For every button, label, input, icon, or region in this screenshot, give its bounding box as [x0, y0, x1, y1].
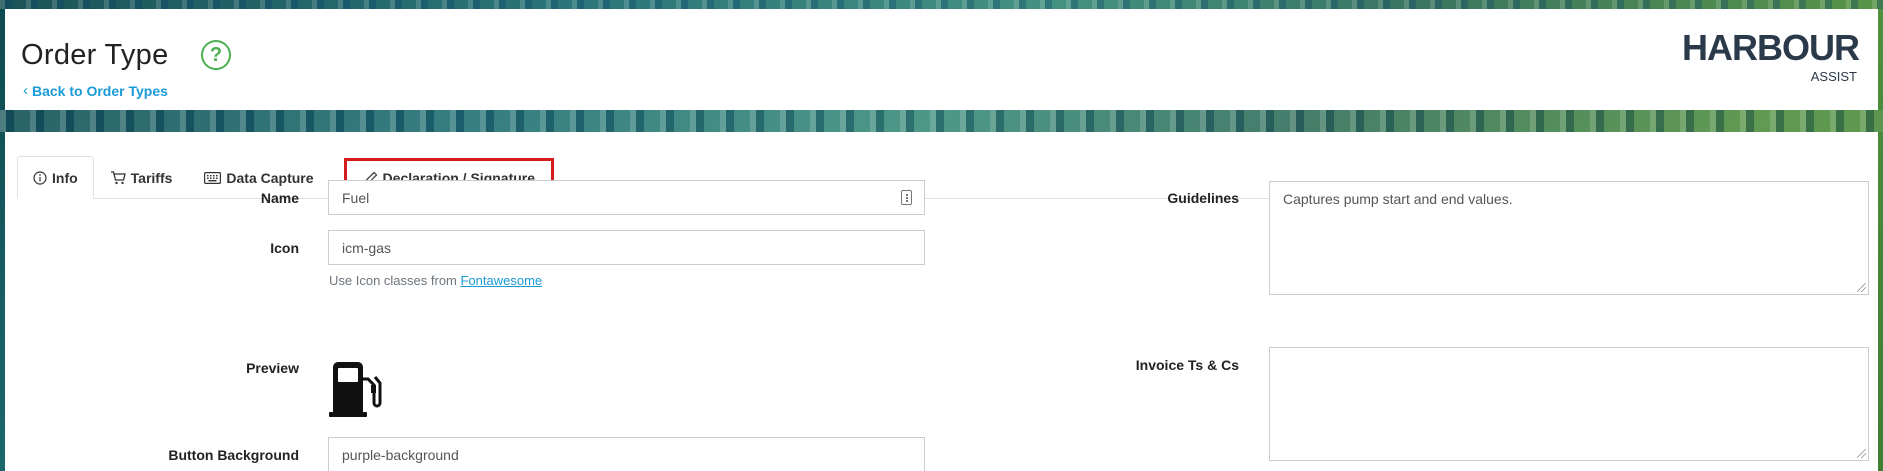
back-to-order-types-link[interactable]: ‹ Back to Order Types [23, 82, 168, 99]
button-background-value: purple-background [342, 446, 459, 463]
tab-data-capture-label: Data Capture [226, 170, 314, 186]
guidelines-value: Captures pump start and end values. [1283, 191, 1513, 207]
name-label: Name [260, 190, 299, 206]
main-content: Info Tariffs Data Capture Declaration / … [5, 132, 1878, 471]
harbour-assist-logo: HARBOUR ASSIST [1679, 27, 1860, 87]
keyboard-icon [204, 172, 222, 184]
button-background-label: Button Background [168, 447, 299, 463]
fontawesome-link[interactable]: Fontawesome [461, 273, 543, 288]
gas-pump-icon [329, 361, 385, 422]
invoice-ts-cs-label: Invoice Ts & Cs [1135, 357, 1239, 373]
icon-hint: Use Icon classes from Fontawesome [329, 273, 542, 288]
logo-main-text: HARBOUR [1682, 27, 1860, 68]
logo-sub-text: ASSIST [1810, 69, 1857, 84]
icon-input-value: icm-gas [342, 239, 392, 256]
resize-handle-icon[interactable] [1857, 283, 1866, 292]
guidelines-label: Guidelines [1167, 190, 1239, 206]
resize-handle-icon[interactable] [1857, 449, 1866, 458]
icon-label: Icon [270, 240, 299, 256]
tab-tariffs-label: Tariffs [130, 170, 173, 186]
preview-label: Preview [246, 360, 299, 376]
page-header: Order Type ? ‹ Back to Order Types HARBO… [5, 9, 1878, 110]
info-circle-icon [33, 170, 47, 185]
guidelines-textarea[interactable]: Captures pump start and end values. [1269, 181, 1869, 295]
password-manager-icon[interactable] [901, 190, 912, 205]
chevron-left-icon: ‹ [23, 82, 28, 99]
name-input-value: Fuel [342, 189, 370, 206]
tab-info[interactable]: Info [17, 156, 94, 199]
background-image-top [0, 0, 1883, 9]
page-title: Order Type [21, 39, 169, 71]
background-image-strip [0, 110, 1883, 132]
cart-icon [110, 171, 126, 185]
name-input[interactable]: Fuel [328, 180, 925, 215]
button-background-input[interactable]: purple-background [328, 437, 925, 471]
help-icon[interactable]: ? [201, 40, 231, 70]
back-link-label: Back to Order Types [32, 82, 168, 99]
icon-input[interactable]: icm-gas [328, 230, 925, 265]
icon-hint-text: Use Icon classes from [329, 273, 457, 288]
invoice-ts-cs-textarea[interactable] [1269, 347, 1869, 461]
tab-info-label: Info [52, 169, 78, 186]
